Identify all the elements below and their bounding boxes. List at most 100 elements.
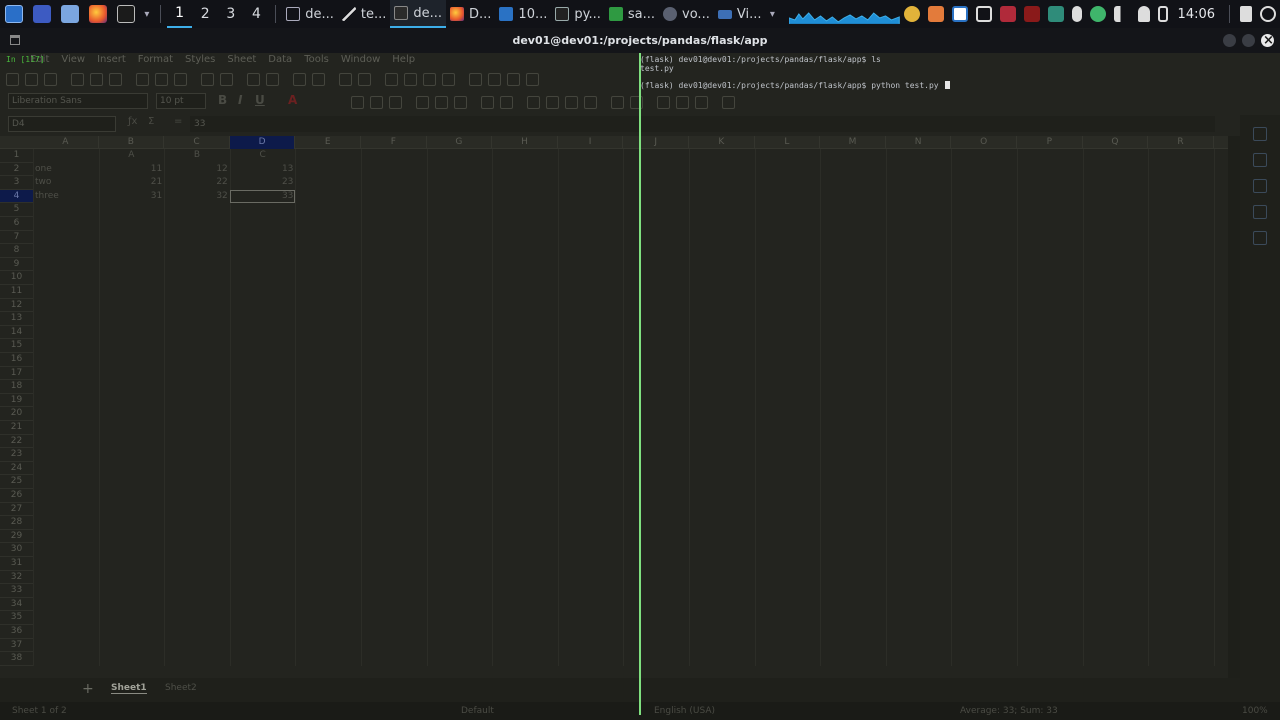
- merge-icon[interactable]: [500, 95, 513, 109]
- row-header[interactable]: 30: [0, 543, 33, 557]
- minimize-button[interactable]: [1223, 34, 1236, 47]
- volume-icon[interactable]: [1113, 6, 1130, 22]
- menu-window[interactable]: Window: [341, 53, 380, 67]
- font-color-icon[interactable]: A: [288, 93, 297, 107]
- pivot-icon[interactable]: [507, 72, 520, 86]
- task-terminal[interactable]: de...: [390, 0, 446, 28]
- row-header[interactable]: 3: [0, 176, 33, 190]
- chevron-down-icon[interactable]: ▾: [140, 9, 154, 20]
- row-header[interactable]: 19: [0, 394, 33, 408]
- row-label-cell[interactable]: one: [35, 163, 99, 176]
- row-header[interactable]: 25: [0, 475, 33, 489]
- align-middle-icon[interactable]: [435, 95, 448, 109]
- row-header[interactable]: 16: [0, 353, 33, 367]
- value-cell[interactable]: 11: [99, 163, 162, 176]
- row-header[interactable]: 34: [0, 598, 33, 612]
- align-bottom-icon[interactable]: [454, 95, 467, 109]
- save-icon[interactable]: [44, 72, 57, 86]
- row-header[interactable]: 7: [0, 231, 33, 245]
- screen-icon[interactable]: [975, 6, 992, 22]
- vscode-tray-icon[interactable]: [951, 6, 968, 22]
- task-window[interactable]: Vi...: [714, 0, 766, 28]
- task-document[interactable]: py...: [551, 0, 605, 28]
- row-header[interactable]: 22: [0, 435, 33, 449]
- sort-asc-icon[interactable]: [404, 72, 417, 86]
- row-header[interactable]: 28: [0, 516, 33, 530]
- row-label-cell[interactable]: two: [35, 176, 99, 189]
- redo-icon[interactable]: [266, 72, 279, 86]
- close-button[interactable]: [1261, 28, 1274, 53]
- power-icon[interactable]: [1260, 6, 1277, 22]
- row-header[interactable]: 9: [0, 258, 33, 272]
- row-header[interactable]: 20: [0, 407, 33, 421]
- row-header[interactable]: 15: [0, 339, 33, 353]
- align-top-icon[interactable]: [416, 95, 429, 109]
- chart-icon[interactable]: [488, 72, 501, 86]
- pdf-icon[interactable]: [71, 72, 84, 86]
- battery-icon[interactable]: [1157, 6, 1168, 22]
- app-launcher-icon[interactable]: [5, 5, 23, 23]
- task-image-viewer[interactable]: de...: [282, 0, 338, 28]
- row-header[interactable]: 6: [0, 217, 33, 231]
- update-icon[interactable]: [1089, 6, 1106, 22]
- file-manager-icon[interactable]: [61, 5, 79, 23]
- row-header[interactable]: 33: [0, 584, 33, 598]
- open-icon[interactable]: [25, 72, 38, 86]
- lock-icon[interactable]: [1240, 6, 1253, 22]
- currency-icon[interactable]: [527, 95, 540, 109]
- cut-icon[interactable]: [136, 72, 149, 86]
- row-header[interactable]: 13: [0, 312, 33, 326]
- column-header-b[interactable]: B: [99, 136, 165, 149]
- task-firefox[interactable]: D...: [446, 0, 495, 28]
- row-header[interactable]: 24: [0, 462, 33, 476]
- value-cell[interactable]: 31: [99, 190, 162, 203]
- row-header[interactable]: 31: [0, 557, 33, 571]
- column-header-e[interactable]: E: [295, 136, 361, 149]
- menu-view[interactable]: View: [61, 53, 85, 67]
- kill-icon[interactable]: [1023, 6, 1040, 22]
- window-menu-icon[interactable]: [10, 35, 20, 45]
- row-header[interactable]: 32: [0, 571, 33, 585]
- bold-icon[interactable]: B: [218, 93, 227, 107]
- image-icon[interactable]: [469, 72, 482, 86]
- new-icon[interactable]: [6, 72, 19, 86]
- desktop-pager-icon[interactable]: [33, 5, 51, 23]
- menu-format[interactable]: Format: [138, 53, 173, 67]
- firefox-launcher-icon[interactable]: [89, 5, 107, 23]
- row-header[interactable]: 1: [0, 149, 33, 163]
- row-header[interactable]: 27: [0, 503, 33, 517]
- align-left-icon[interactable]: [351, 95, 364, 109]
- row-header[interactable]: 17: [0, 367, 33, 381]
- row-header[interactable]: 26: [0, 489, 33, 503]
- network-tray-icon[interactable]: [1047, 6, 1064, 22]
- row-header[interactable]: 29: [0, 530, 33, 544]
- value-cell[interactable]: 22: [164, 176, 227, 189]
- column-icon[interactable]: [358, 72, 371, 86]
- task-spreadsheet[interactable]: sa...: [605, 0, 659, 28]
- value-cell[interactable]: 32: [164, 190, 227, 203]
- bluetooth-icon[interactable]: [1071, 6, 1082, 22]
- row-header[interactable]: 36: [0, 625, 33, 639]
- terminal-pane[interactable]: (flask) dev01@dev01:/projects/pandas/fla…: [640, 53, 1280, 720]
- name-box[interactable]: D4: [8, 116, 116, 132]
- sort-desc-icon[interactable]: [423, 72, 436, 86]
- paste-icon[interactable]: [174, 72, 187, 86]
- value-cell[interactable]: 13: [230, 163, 293, 176]
- row-header[interactable]: 12: [0, 299, 33, 313]
- percent-icon[interactable]: [546, 95, 559, 109]
- sum-icon[interactable]: Σ: [148, 116, 154, 127]
- row-header[interactable]: 4: [0, 189, 33, 204]
- row-header[interactable]: 10: [0, 271, 33, 285]
- page-style[interactable]: Default: [461, 706, 494, 716]
- desktop-2-button[interactable]: 2: [192, 6, 218, 22]
- row-header[interactable]: 37: [0, 639, 33, 653]
- menu-sheet[interactable]: Sheet: [227, 53, 256, 67]
- row-header[interactable]: 21: [0, 421, 33, 435]
- date-icon[interactable]: [584, 95, 597, 109]
- spelling-icon[interactable]: [312, 72, 325, 86]
- row-label-cell[interactable]: three: [35, 190, 99, 203]
- row-header[interactable]: 23: [0, 448, 33, 462]
- filter-icon[interactable]: [442, 72, 455, 86]
- desktop-4-button[interactable]: 4: [244, 6, 270, 22]
- column-header-c[interactable]: C: [164, 136, 230, 149]
